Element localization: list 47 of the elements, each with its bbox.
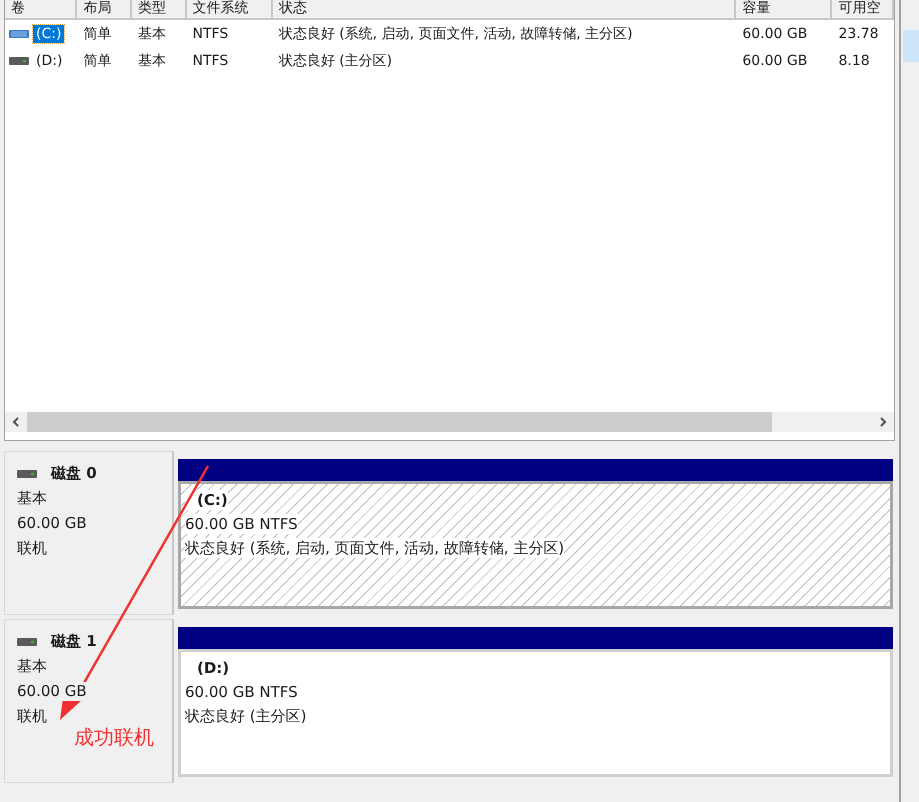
table-cell-text: 60.00 GB [741,26,808,42]
column-header[interactable]: 卷 [5,0,78,20]
drive-icon [17,468,37,478]
disk-type: 基本 [17,489,47,508]
drive-icon [17,636,37,646]
table-cell-text: 8.18 [837,52,871,68]
table-cell-text: 状态良好 (主分区) [278,52,394,70]
disk-status: 联机 [17,707,47,726]
volume-name[interactable]: (D:) [33,52,66,70]
partition-label: (D:) [196,658,230,678]
table-cell-text: 状态良好 (系统, 启动, 页面文件, 活动, 故障转储, 主分区) [278,24,634,42]
drive-icon [9,56,29,66]
disk-size: 60.00 GB [17,682,87,701]
column-header[interactable]: 容量 [736,0,832,20]
partition-status: 状态良好 (主分区) [185,706,306,726]
column-header[interactable]: 可用空 [832,0,894,20]
table-cell-text: 基本 [136,24,167,42]
selected-row[interactable] [903,30,919,62]
table-cell-text: 简单 [82,52,112,70]
partition-block[interactable]: (C:) 60.00 GB NTFS 状态良好 (系统, 启动, 页面文件, 活动, 故障转储, 主分区) [178,481,893,609]
table-cell-text: NTFS [191,52,230,68]
annotation-text: 成功联机 [74,724,154,751]
column-header[interactable]: 布局 [77,0,132,20]
disk-name: 磁盘 1 [51,632,97,651]
disk-info-panel[interactable]: 磁盘 0 基本 60.00 GB 联机 [4,451,174,615]
scroll-thumb[interactable] [27,412,772,432]
table-cell-text: 基本 [136,52,167,70]
table-cell-text: 23.78 [837,26,880,42]
table-cell-text: 简单 [82,24,112,42]
table-cell-text: NTFS [191,26,230,42]
horizontal-scrollbar[interactable] [5,412,894,432]
disk-name: 磁盘 0 [51,464,97,483]
scroll-left-icon[interactable] [12,417,20,427]
partition-size: 60.00 GB NTFS [185,514,298,534]
column-header[interactable]: 类型 [132,0,187,20]
partition-size: 60.00 GB NTFS [185,682,298,702]
scroll-right-icon[interactable] [879,417,887,427]
partition-label: (C:) [185,490,228,510]
table-cell-text: 60.00 GB [741,52,808,68]
partition-status: 状态良好 (系统, 启动, 页面文件, 活动, 故障转储, 主分区) [185,538,564,558]
volume-name[interactable]: (C:) [33,24,64,42]
column-header[interactable]: 状态 [272,0,736,20]
drive-icon [9,28,29,38]
disk-type: 基本 [17,657,47,676]
disk-status: 联机 [17,539,47,558]
column-header[interactable]: 文件系统 [186,0,273,20]
partition-block[interactable]: (D:) 60.00 GB NTFS 状态良好 (主分区) [178,649,893,777]
